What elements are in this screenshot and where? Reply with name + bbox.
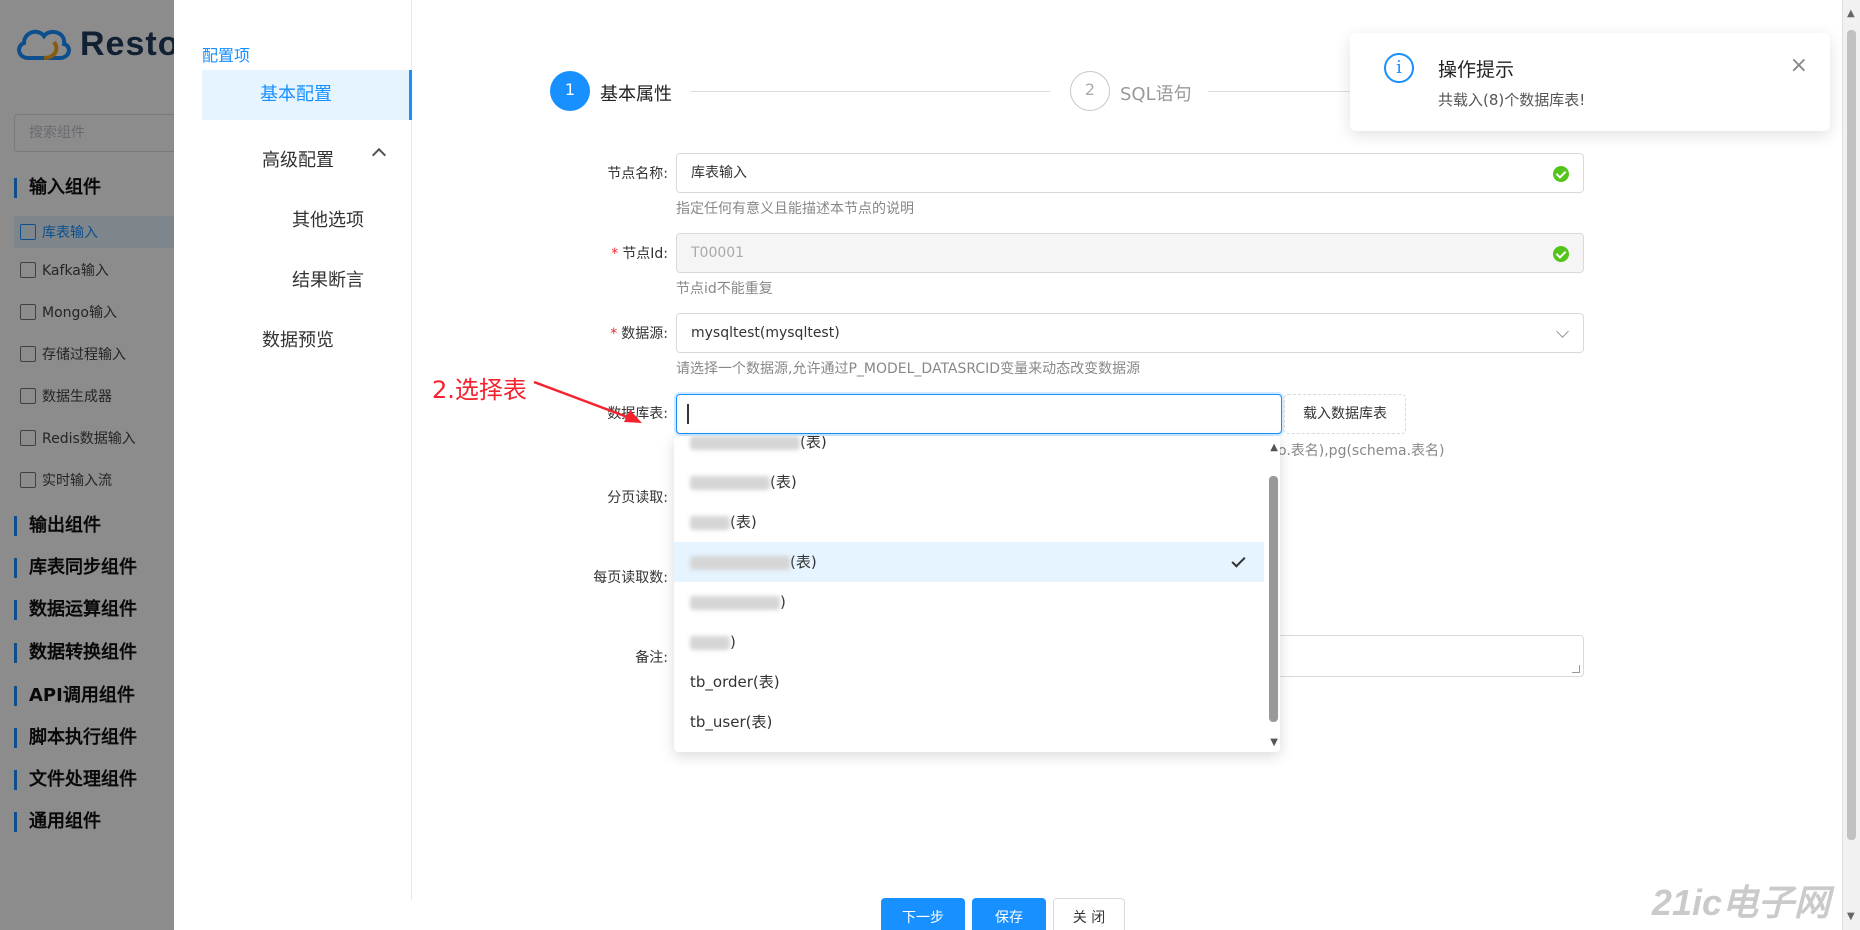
- dropdown-option[interactable]: (表): [674, 502, 1264, 542]
- blurred-text: [690, 595, 780, 610]
- dropdown-option[interactable]: tb_user(表): [674, 702, 1264, 742]
- node-name-input[interactable]: 库表输入: [676, 153, 1584, 193]
- node-id-input[interactable]: T00001: [676, 233, 1584, 273]
- step-1-circle[interactable]: 1: [550, 71, 590, 111]
- chevron-up-icon[interactable]: [371, 147, 387, 163]
- menu-basic-config[interactable]: 基本配置: [202, 70, 412, 120]
- load-tables-button[interactable]: 载入数据库表: [1284, 394, 1406, 434]
- menu-data-preview[interactable]: 数据预览: [262, 326, 334, 352]
- annotation-arrow-icon: [533, 380, 642, 423]
- menu-result-assert[interactable]: 结果断言: [292, 266, 364, 292]
- blurred-text: [690, 635, 730, 650]
- blurred-text: [690, 475, 770, 490]
- dropdown-option[interactable]: ): [674, 622, 1264, 662]
- datasource-label: * 数据源:: [610, 326, 668, 342]
- menu-other-options[interactable]: 其他选项: [292, 206, 364, 232]
- page-size-label: 每页读取数:: [593, 570, 668, 586]
- dropdown-option[interactable]: (表): [674, 436, 1264, 462]
- blurred-text: [690, 515, 730, 530]
- config-side-menu: 配置项 基本配置 高级配置 其他选项 结果断言 数据预览: [174, 0, 412, 900]
- close-button[interactable]: 关 闭: [1053, 898, 1125, 930]
- watermark: 21ic电子网: [1651, 882, 1830, 923]
- notification: i 操作提示 共载入(8)个数据库表! ×: [1350, 33, 1830, 131]
- node-id-help: 节点id不能重复: [676, 281, 773, 297]
- close-icon[interactable]: ×: [1790, 53, 1808, 78]
- dropdown-scroll-up-icon[interactable]: ▲: [1270, 442, 1278, 453]
- datasource-help: 请选择一个数据源,允许通过P_MODEL_DATASRCID变量来动态改变数据源: [676, 361, 1141, 377]
- save-button[interactable]: 保存: [972, 898, 1046, 930]
- notification-message: 共载入(8)个数据库表!: [1438, 91, 1586, 109]
- menu-advanced-config[interactable]: 高级配置: [262, 146, 334, 172]
- step-2-circle[interactable]: 2: [1070, 71, 1110, 111]
- db-table-select[interactable]: [676, 394, 1282, 434]
- chevron-down-icon: [1556, 325, 1569, 338]
- dropdown-option[interactable]: ): [674, 582, 1264, 622]
- annotation-text: 2.选择表: [432, 376, 527, 404]
- step-2-label[interactable]: SQL语句: [1120, 80, 1192, 106]
- resize-grip-icon[interactable]: [1572, 665, 1580, 673]
- info-icon: i: [1384, 53, 1414, 83]
- scrollbar-thumb[interactable]: [1847, 30, 1856, 840]
- next-step-button[interactable]: 下一步: [881, 898, 965, 930]
- modal-mask[interactable]: [0, 0, 174, 930]
- step-1-label[interactable]: 基本属性: [600, 80, 672, 106]
- dropdown-option[interactable]: (表): [674, 462, 1264, 502]
- check-circle-icon: [1553, 246, 1569, 262]
- scroll-up-icon[interactable]: ▲: [1847, 8, 1855, 19]
- dropdown-option[interactable]: tb_order(表): [674, 662, 1264, 702]
- step-connector: [1208, 91, 1358, 92]
- step-connector: [690, 91, 1050, 92]
- blurred-text: [690, 555, 790, 570]
- dropdown-option-selected[interactable]: (表): [674, 542, 1264, 582]
- node-name-label: 节点名称:: [607, 166, 668, 182]
- remark-label: 备注:: [635, 650, 668, 666]
- text-caret: [687, 404, 689, 424]
- table-dropdown[interactable]: (表) (表) (表) (表) ) ) tb_order(表) tb_user(…: [674, 436, 1280, 752]
- db-table-help: o.表名),pg(schema.表名): [1278, 443, 1445, 459]
- paging-label: 分页读取:: [607, 490, 668, 506]
- node-id-label: * 节点Id:: [611, 246, 668, 262]
- check-circle-icon: [1553, 166, 1569, 182]
- dropdown-scrollbar[interactable]: [1269, 476, 1278, 722]
- side-menu-title: 配置项: [202, 46, 251, 65]
- notification-title: 操作提示: [1438, 59, 1515, 81]
- datasource-select[interactable]: mysqltest(mysqltest): [676, 313, 1584, 353]
- scroll-down-icon[interactable]: ▼: [1847, 911, 1855, 922]
- blurred-text: [690, 436, 800, 450]
- node-name-help: 指定任何有意义且能描述本节点的说明: [676, 201, 914, 217]
- page-scrollbar[interactable]: ▲ ▼: [1842, 0, 1860, 930]
- check-icon: [1231, 553, 1246, 568]
- dropdown-scroll-down-icon[interactable]: ▼: [1270, 737, 1278, 748]
